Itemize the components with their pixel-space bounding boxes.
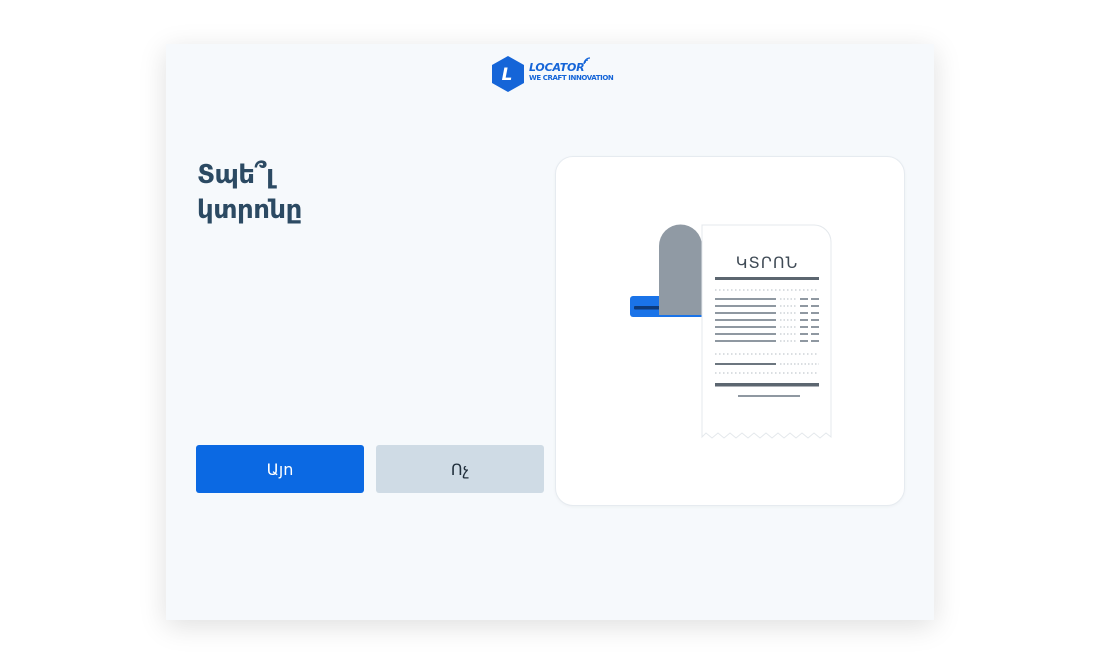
receipt-heading: ԿՏՐՈՆ [736, 253, 798, 272]
locator-logo: L LOCATOR WE CRAFT INNOVATION [490, 55, 620, 93]
prompt-line-2: կտրոնը [197, 195, 302, 225]
yes-button[interactable]: Այո [196, 445, 364, 493]
wireless-signal-icon [583, 57, 591, 65]
logo-initial: L [502, 65, 513, 85]
no-button[interactable]: Ոչ [376, 445, 544, 493]
prompt-line-1: Տպե՞լ [197, 160, 274, 190]
print-receipt-prompt: Տպե՞լ կտրոնը [197, 158, 377, 228]
logo-hexagon-icon: L [492, 56, 524, 92]
brand-name: LOCATOR [529, 61, 585, 74]
receipt-printer-illustration: ԿՏՐՈՆ [630, 224, 832, 439]
receipt-illustration-card: ԿՏՐՈՆ [555, 156, 905, 506]
brand-tagline: WE CRAFT INNOVATION [529, 74, 614, 82]
printer-roll-icon [659, 224, 702, 315]
